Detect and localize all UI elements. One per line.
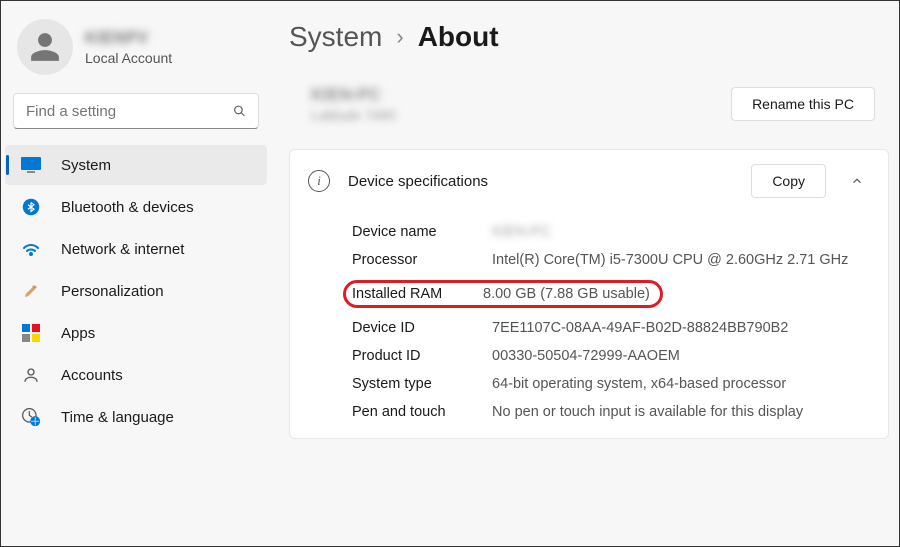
sidebar-item-bluetooth[interactable]: Bluetooth & devices [5, 187, 267, 227]
system-icon [21, 155, 41, 175]
sidebar-item-apps[interactable]: Apps [5, 313, 267, 353]
spec-value: Intel(R) Core(TM) i5-7300U CPU @ 2.60GHz… [492, 252, 878, 268]
sidebar-item-label: Bluetooth & devices [61, 199, 194, 216]
spec-label: Product ID [352, 348, 492, 364]
spec-label: System type [352, 376, 492, 392]
sidebar-item-label: Personalization [61, 283, 164, 300]
sidebar-item-network[interactable]: Network & internet [5, 229, 267, 269]
user-account-type: Local Account [85, 50, 172, 66]
rename-pc-button[interactable]: Rename this PC [731, 87, 875, 121]
sidebar-item-system[interactable]: System [5, 145, 267, 185]
info-icon: i [308, 170, 330, 192]
sidebar-item-personalization[interactable]: Personalization [5, 271, 267, 311]
sidebar-item-label: Time & language [61, 409, 174, 426]
spec-row-installed-ram: Installed RAM 8.00 GB (7.88 GB usable) [352, 274, 878, 314]
search-box[interactable] [13, 93, 259, 129]
chevron-up-icon[interactable] [844, 174, 870, 188]
pc-model-masked: Latitude 7480 [311, 107, 396, 123]
sidebar-item-label: Apps [61, 325, 95, 342]
spec-value: 64-bit operating system, x64-based proce… [492, 376, 878, 392]
page-title: About [418, 21, 499, 53]
sidebar-item-time-language[interactable]: Time & language [5, 397, 267, 437]
spec-header[interactable]: i Device specifications Copy [290, 150, 888, 212]
spec-section-title: Device specifications [348, 173, 733, 190]
spec-label: Installed RAM [352, 286, 483, 302]
spec-value: 8.00 GB (7.88 GB usable) [483, 286, 654, 302]
chevron-right-icon: › [396, 24, 403, 50]
apps-icon [21, 323, 41, 343]
spec-row-processor: Processor Intel(R) Core(TM) i5-7300U CPU… [352, 246, 878, 274]
spec-body: Device name KIEN-PC Processor Intel(R) C… [290, 212, 888, 438]
breadcrumb-parent[interactable]: System [289, 21, 382, 53]
paintbrush-icon [21, 281, 41, 301]
spec-label: Processor [352, 252, 492, 268]
user-name: KIENPV [85, 28, 172, 48]
spec-value: KIEN-PC [492, 224, 878, 240]
breadcrumb: System › About [289, 21, 889, 53]
copy-button[interactable]: Copy [751, 164, 826, 198]
sidebar: KIENPV Local Account System Bluetooth & … [1, 1, 271, 546]
spec-row-device-name: Device name KIEN-PC [352, 218, 878, 246]
sidebar-item-label: Accounts [61, 367, 123, 384]
bluetooth-icon [21, 197, 41, 217]
user-icon [28, 30, 62, 64]
sidebar-item-label: Network & internet [61, 241, 184, 258]
accounts-icon [21, 365, 41, 385]
avatar [17, 19, 73, 75]
sidebar-item-accounts[interactable]: Accounts [5, 355, 267, 395]
sidebar-item-label: System [61, 157, 111, 174]
pc-info: KIEN-PC Latitude 7480 [311, 85, 396, 123]
main-content: System › About KIEN-PC Latitude 7480 Ren… [271, 1, 899, 546]
highlight-annotation: Installed RAM 8.00 GB (7.88 GB usable) [343, 280, 663, 308]
spec-label: Device ID [352, 320, 492, 336]
user-section[interactable]: KIENPV Local Account [5, 19, 267, 93]
pc-name-masked: KIEN-PC [311, 85, 396, 105]
search-input[interactable] [26, 103, 225, 120]
spec-value: 7EE1107C-08AA-49AF-B02D-88824BB790B2 [492, 320, 878, 336]
search-wrap [5, 93, 267, 145]
wifi-icon [21, 239, 41, 259]
spec-row-pen-touch: Pen and touch No pen or touch input is a… [352, 398, 878, 426]
device-specs-card: i Device specifications Copy Device name… [289, 149, 889, 439]
spec-label: Device name [352, 224, 492, 240]
spec-row-device-id: Device ID 7EE1107C-08AA-49AF-B02D-88824B… [352, 314, 878, 342]
spec-label: Pen and touch [352, 404, 492, 420]
spec-row-product-id: Product ID 00330-50504-72999-AAOEM [352, 342, 878, 370]
user-text: KIENPV Local Account [85, 28, 172, 66]
spec-value: 00330-50504-72999-AAOEM [492, 348, 878, 364]
clock-globe-icon [21, 407, 41, 427]
spec-value: No pen or touch input is available for t… [492, 404, 878, 420]
search-icon [233, 103, 246, 119]
spec-row-system-type: System type 64-bit operating system, x64… [352, 370, 878, 398]
nav-list: System Bluetooth & devices Network & int… [5, 145, 267, 437]
pc-summary-card: KIEN-PC Latitude 7480 Rename this PC [289, 77, 889, 145]
